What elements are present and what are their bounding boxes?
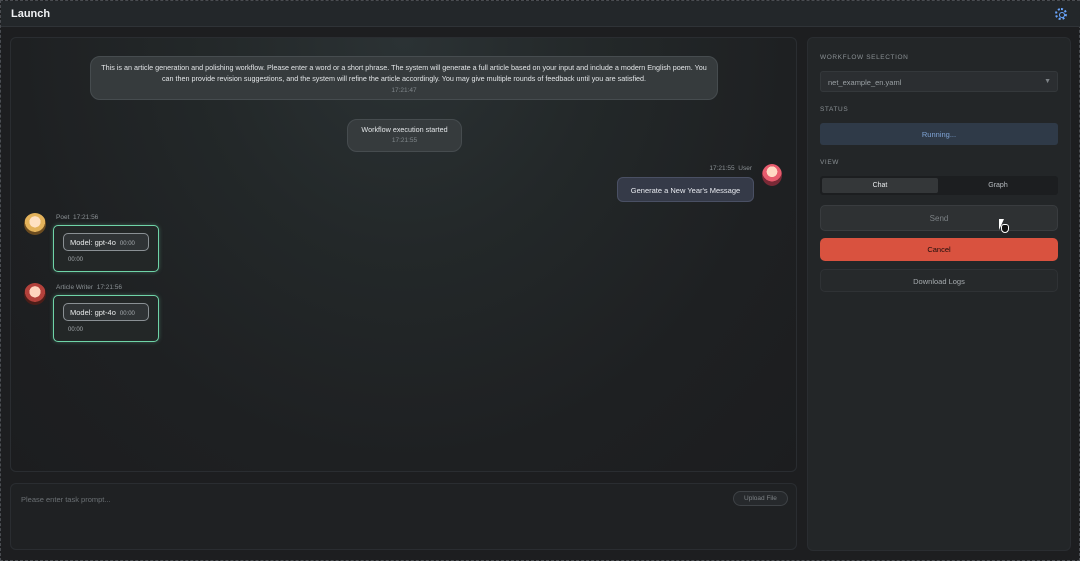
model-timer: 00:00 — [119, 241, 135, 247]
agent-time: 17:21:56 — [73, 214, 99, 221]
user-name: User — [738, 165, 752, 172]
user-meta: 17:21:55 User — [709, 165, 752, 172]
control-sidebar: WORKFLOW SELECTION net_example_en.yaml ▼… — [807, 37, 1071, 551]
agent-meta: Article Writer 17:21:56 — [56, 284, 122, 291]
avatar — [24, 283, 46, 305]
upload-file-button[interactable]: Upload File — [733, 491, 788, 506]
agent-meta: Poet 17:21:56 — [56, 214, 98, 221]
model-pill: Model: gpt-4o 00:00 — [63, 303, 149, 321]
agent-card: Model: gpt-4o 00:00 00:00 — [53, 295, 159, 342]
agent-name: Article Writer — [56, 284, 94, 291]
model-label: Model: gpt-4o — [70, 308, 116, 317]
model-timer: 00:00 — [119, 311, 135, 317]
model-label: Model: gpt-4o — [70, 238, 116, 247]
chat-panel: This is an article generation and polish… — [10, 37, 797, 472]
system-text: Workflow execution started — [361, 125, 448, 134]
intro-time: 17:21:47 — [391, 87, 417, 94]
workflow-select[interactable]: net_example_en.yaml ▼ — [820, 71, 1058, 92]
status-badge: Running... — [820, 123, 1058, 145]
window-title: Launch — [11, 8, 51, 20]
view-toggle: Chat Graph — [820, 176, 1058, 195]
tab-graph[interactable]: Graph — [940, 178, 1056, 193]
chevron-down-icon: ▼ — [1044, 78, 1051, 85]
model-pill: Model: gpt-4o 00:00 — [63, 233, 149, 251]
status-label: STATUS — [820, 106, 849, 113]
intro-text: This is an article generation and polish… — [101, 63, 707, 83]
agent-time: 17:21:56 — [96, 284, 123, 291]
avatar — [762, 164, 782, 186]
agent-name: Poet — [56, 214, 70, 221]
cancel-button[interactable]: Cancel — [820, 238, 1058, 261]
user-message: Generate a New Year's Message — [617, 177, 754, 202]
view-label: VIEW — [820, 159, 840, 166]
send-button[interactable]: Send — [820, 205, 1058, 231]
agent-card: Model: gpt-4o 00:00 00:00 — [53, 225, 159, 272]
system-message: Workflow execution started 17:21:55 — [347, 119, 462, 152]
avatar — [24, 213, 46, 235]
mouse-cursor-icon — [999, 219, 1009, 233]
download-logs-button[interactable]: Download Logs — [820, 269, 1058, 292]
intro-message: This is an article generation and polish… — [90, 56, 718, 100]
user-time: 17:21:55 — [709, 165, 735, 172]
task-prompt-input[interactable]: Please enter task prompt... Upload File — [10, 483, 797, 550]
elapsed-time: 00:00 — [68, 257, 84, 263]
title-bar: Launch — [1, 1, 1080, 27]
input-placeholder: Please enter task prompt... — [21, 495, 111, 504]
workflow-selection-label: WORKFLOW SELECTION — [820, 54, 909, 61]
gear-icon[interactable] — [1055, 8, 1067, 20]
workflow-value: net_example_en.yaml — [828, 78, 902, 87]
system-time: 17:21:55 — [391, 137, 418, 144]
tab-chat[interactable]: Chat — [822, 178, 938, 193]
app-window: Launch This is an article generation and… — [0, 0, 1080, 561]
elapsed-time: 00:00 — [68, 327, 84, 333]
